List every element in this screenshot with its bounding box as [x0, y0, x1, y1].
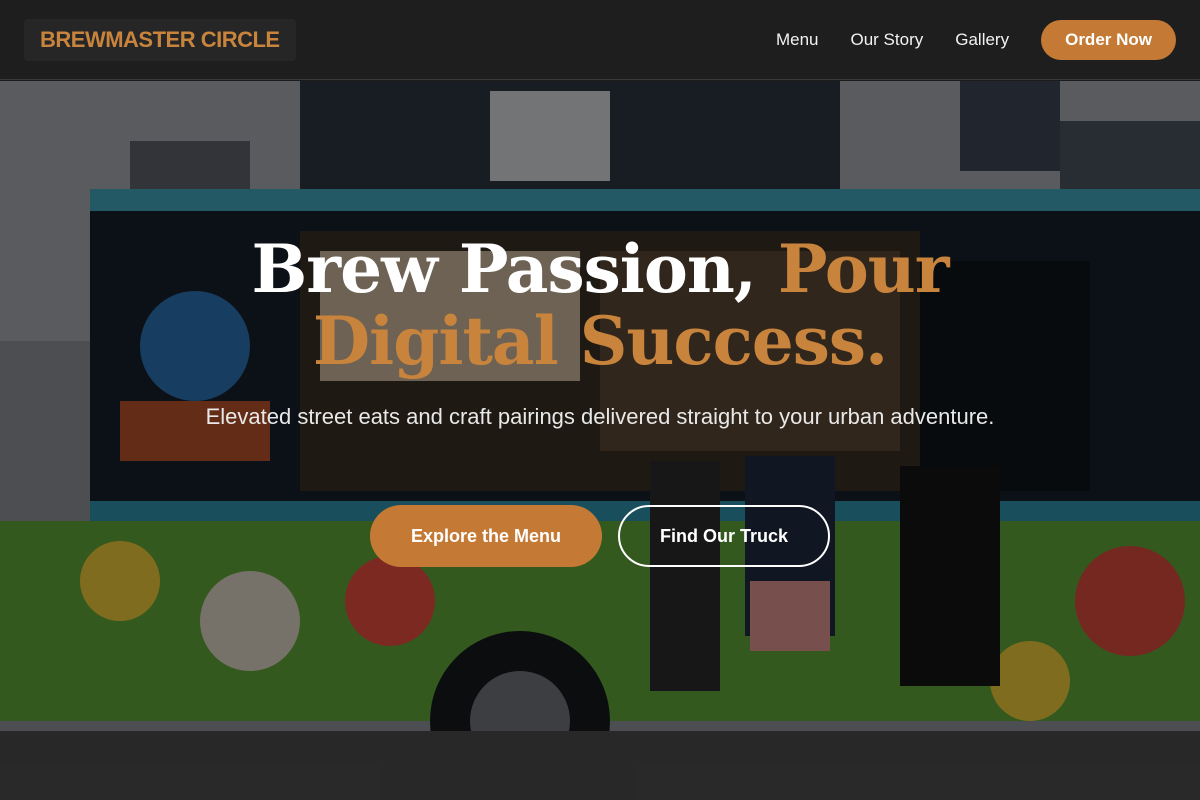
main-nav: Menu Our Story Gallery Order Now — [744, 19, 1176, 60]
hero-headline: Brew Passion, Pour Digital Success. — [0, 233, 1200, 377]
brand-logo[interactable]: BREWMASTER CIRCLE — [24, 18, 296, 61]
hero-section: Brew Passion, Pour Digital Success. Elev… — [0, 81, 1200, 800]
find-our-truck-button[interactable]: Find Our Truck — [618, 505, 830, 567]
order-now-button[interactable]: Order Now — [1041, 19, 1176, 60]
nav-link-gallery[interactable]: Gallery — [955, 30, 1009, 50]
headline-accent-text-1: Pour — [777, 230, 950, 308]
hero-subtitle: Elevated street eats and craft pairings … — [205, 404, 995, 429]
site-header: BREWMASTER CIRCLE Menu Our Story Gallery… — [0, 0, 1200, 80]
headline-accent-text-2: Digital Success. — [312, 302, 888, 380]
nav-link-menu[interactable]: Menu — [776, 30, 819, 50]
nav-link-our-story[interactable]: Our Story — [850, 30, 923, 50]
hero-button-row: Explore the Menu Find Our Truck — [0, 505, 1200, 567]
explore-menu-button[interactable]: Explore the Menu — [370, 505, 602, 567]
hero-content: Brew Passion, Pour Digital Success. Elev… — [0, 81, 1200, 800]
headline-white-text: Brew Passion, — [251, 230, 757, 308]
